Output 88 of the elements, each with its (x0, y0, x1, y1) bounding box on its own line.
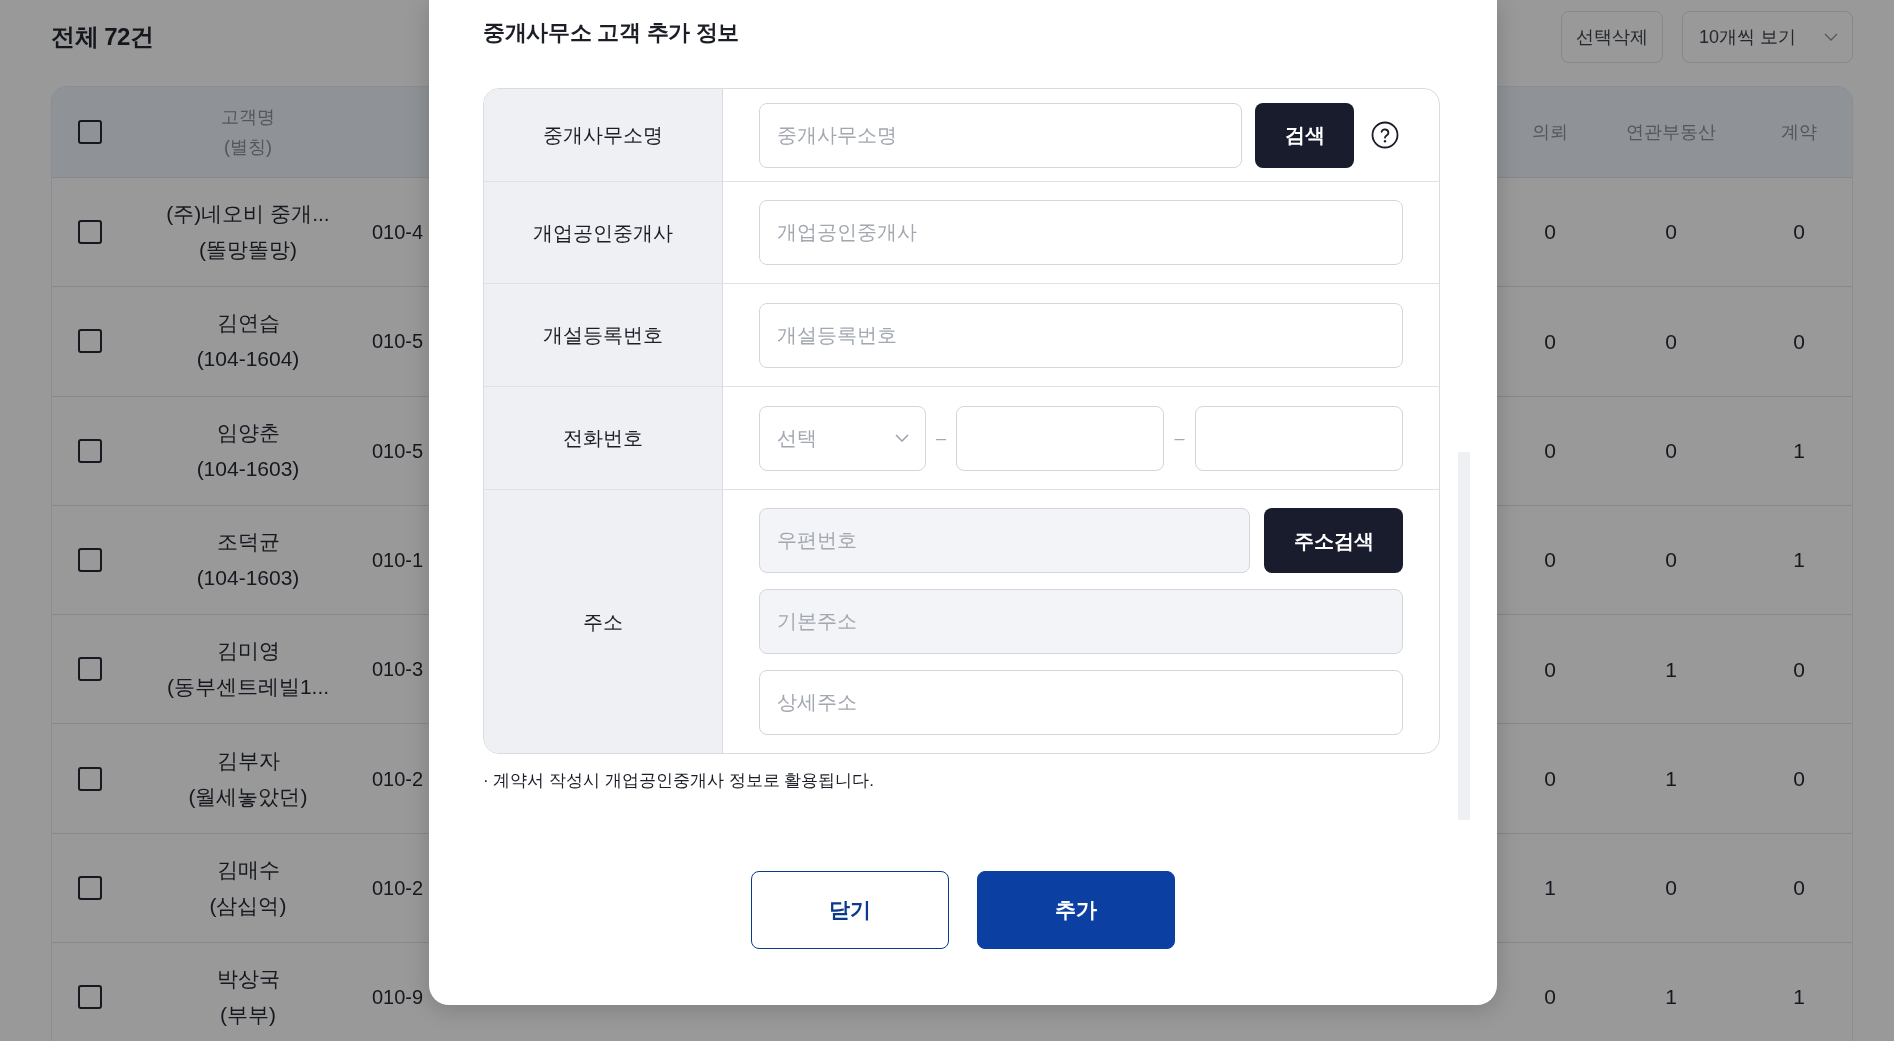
customer-name: 김미영 (216, 638, 280, 665)
dash-separator: – (1174, 426, 1185, 450)
customer-name: 임양춘 (216, 419, 280, 446)
table-cell-text: 010-1 (372, 548, 424, 574)
column-header: 연관부동산 (1626, 120, 1716, 144)
select-placeholder: 선택 (777, 426, 817, 451)
customer-alias: (104-1603) (196, 455, 300, 482)
input-field[interactable] (1195, 405, 1403, 471)
dialog-title: 중개사무소 고객 추가 정보 (483, 20, 740, 45)
chevron-down-icon (895, 434, 909, 442)
table-cell-text: 010-2 (372, 766, 424, 792)
customer-name: 박상국 (216, 966, 280, 993)
search-button[interactable]: 검색 (1255, 102, 1354, 168)
customer-alias: (104-1604) (196, 346, 300, 373)
customer-name: 김매수 (216, 856, 280, 883)
checkbox[interactable] (78, 120, 102, 144)
table-cell-text: 0 (1793, 219, 1805, 246)
input-field[interactable]: 상세주소 (759, 670, 1403, 735)
table-cell-text: 1 (1544, 875, 1556, 902)
input-field[interactable] (956, 405, 1164, 471)
table-cell-text: 010-3 (372, 657, 424, 683)
table-cell-text: 0 (1544, 547, 1556, 574)
table-cell-text: 0 (1793, 875, 1805, 902)
table-cell-text: 1 (1665, 765, 1677, 792)
table-cell-text: 010-9 (372, 985, 424, 1011)
input-field[interactable]: 중개사무소명 (759, 102, 1242, 168)
customer-name: (주)네오비 중개... (166, 201, 330, 228)
checkbox[interactable] (78, 329, 102, 354)
customer-alias: (동부센트레빌1... (166, 674, 330, 701)
table-cell-text: 010-4 (372, 220, 424, 246)
help-icon[interactable] (1371, 121, 1399, 149)
customer-alias: (똘망똘망) (199, 237, 297, 264)
table-cell-text: 1 (1665, 984, 1677, 1011)
column-header: 고객명 (221, 106, 275, 129)
table-cell-text: 0 (1793, 328, 1805, 355)
field-label: 개설등록번호 (543, 323, 663, 348)
table-cell-text: 1 (1793, 547, 1805, 574)
page-size-dropdown[interactable]: 10개씩 보기 (1682, 11, 1853, 63)
customer-name: 김부자 (216, 747, 280, 774)
add-button[interactable]: 추가 (977, 871, 1175, 949)
address-search-button[interactable]: 주소검색 (1264, 508, 1403, 573)
close-button[interactable]: 닫기 (751, 871, 949, 949)
info-note: · 계약서 작성시 개업공인중개사 정보로 활용됩니다. (483, 770, 874, 792)
field-label: 주소 (583, 609, 623, 635)
input-field[interactable]: 개업공인중개사 (759, 200, 1403, 265)
table-cell-text: 010-5 (372, 438, 424, 464)
checkbox[interactable] (78, 657, 102, 682)
table-cell-text: 0 (1544, 328, 1556, 355)
checkbox[interactable] (78, 875, 102, 900)
table-cell-text: 1 (1793, 984, 1805, 1011)
table-cell-text: 0 (1665, 328, 1677, 355)
column-header: 계약 (1781, 120, 1817, 144)
table-cell-text: 0 (1665, 875, 1677, 902)
customer-alias: (부부) (220, 1002, 276, 1029)
chevron-down-icon (1824, 33, 1838, 41)
input-field[interactable]: 개설등록번호 (759, 302, 1403, 368)
delete-selected-button[interactable]: 선택삭제 (1561, 11, 1663, 63)
table-cell-text: 0 (1544, 219, 1556, 246)
table-cell-text: 1 (1665, 656, 1677, 683)
table-cell-text: 0 (1665, 438, 1677, 464)
field-label: 중개사무소명 (543, 123, 663, 148)
total-count-title: 전체 72건 (51, 22, 154, 52)
field-label: 개업공인중개사 (533, 220, 673, 246)
customer-alias: (삼십억) (209, 892, 287, 919)
table-cell-text: 0 (1665, 547, 1677, 574)
checkbox[interactable] (78, 548, 102, 573)
customer-name: 조덕균 (216, 529, 280, 556)
table-cell-text: 0 (1544, 765, 1556, 792)
checkbox[interactable] (78, 220, 102, 245)
table-cell-text: 0 (1544, 438, 1556, 464)
table-cell-text: 0 (1544, 656, 1556, 683)
checkbox[interactable] (78, 766, 102, 791)
table-cell-text: 0 (1793, 765, 1805, 792)
checkbox[interactable] (78, 985, 102, 1010)
checkbox[interactable] (78, 438, 102, 463)
field-label: 전화번호 (563, 426, 643, 451)
customer-name: 김연습 (216, 310, 280, 337)
table-cell-text: 0 (1665, 219, 1677, 246)
table-cell-text: 1 (1793, 438, 1805, 464)
table-cell-text: 010-5 (372, 329, 424, 355)
table-cell-text: 010-2 (372, 875, 424, 901)
customer-alias: (월세놓았던) (188, 783, 308, 810)
customer-alias: (104-1603) (196, 565, 300, 592)
table-cell-text: 0 (1544, 984, 1556, 1011)
table-cell-text: 0 (1793, 656, 1805, 683)
column-subheader: (별칭) (224, 136, 272, 159)
dash-separator: – (936, 426, 946, 450)
column-header: 의뢰 (1532, 120, 1568, 144)
